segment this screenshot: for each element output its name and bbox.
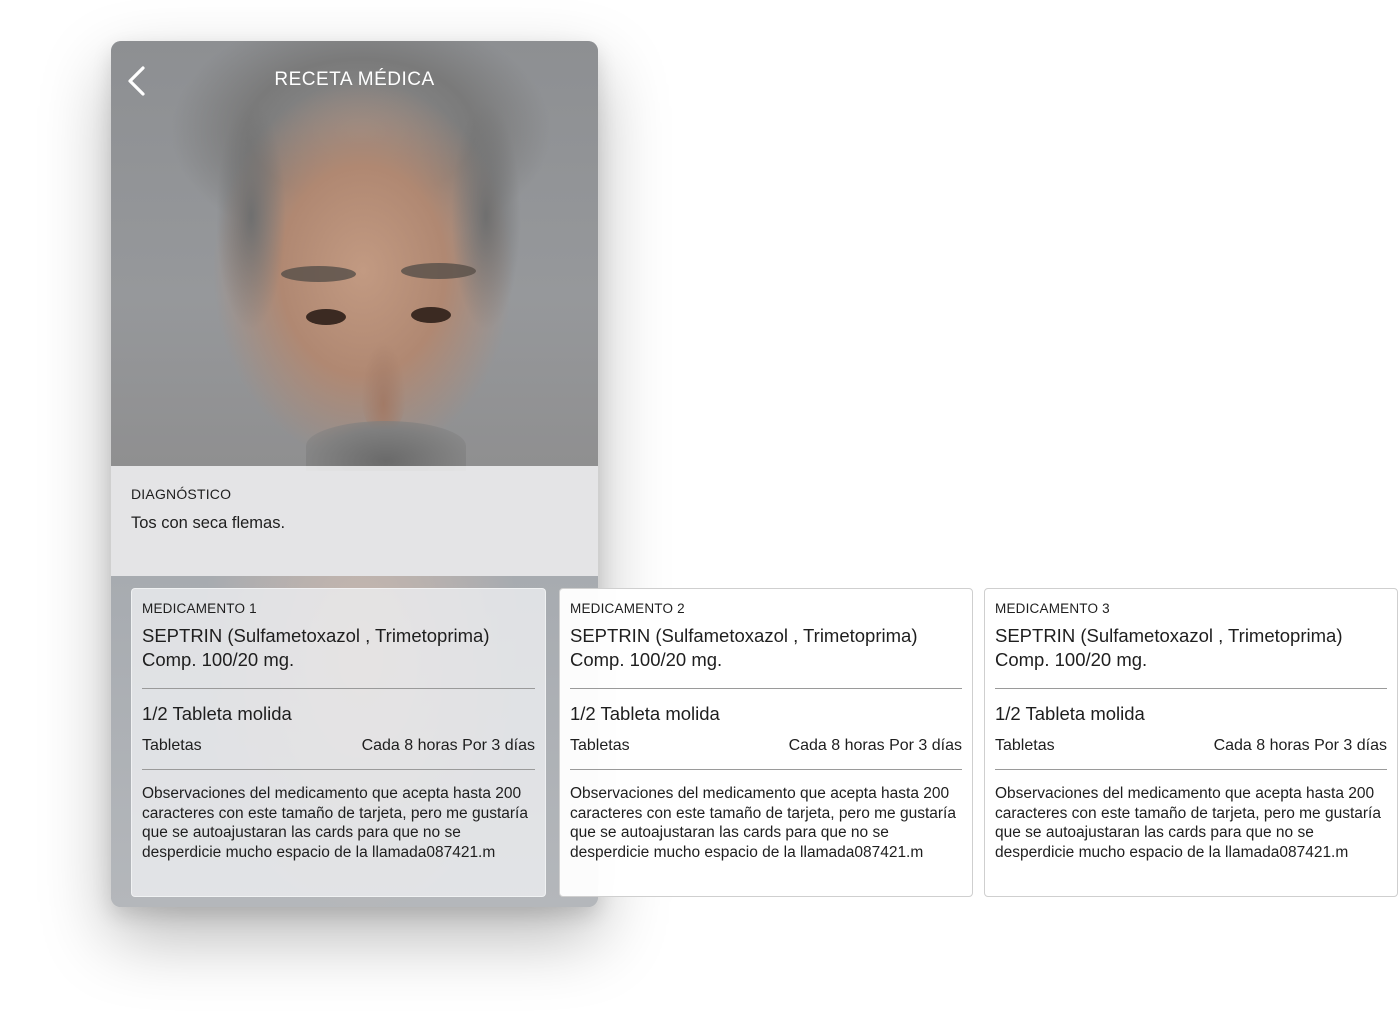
medication-details-row: Tabletas Cada 8 horas Por 3 días [142,737,535,755]
medication-label: MEDICAMENTO 2 [570,601,685,616]
medication-card-2[interactable]: MEDICAMENTO 2 SEPTRIN (Sulfametoxazol , … [559,588,973,897]
medication-frequency: Cada 8 horas Por 3 días [788,737,962,754]
divider [995,769,1387,770]
photo-detail [451,101,521,331]
medication-dose: 1/2 Tableta molida [995,703,1145,724]
medication-card-3[interactable]: MEDICAMENTO 3 SEPTRIN (Sulfametoxazol , … [984,588,1398,897]
diagnosis-text: Tos con seca flemas. [131,514,286,532]
medication-label: MEDICAMENTO 1 [142,601,257,616]
medication-details-row: Tabletas Cada 8 horas Por 3 días [995,737,1387,755]
photo-detail [401,263,476,279]
medication-dose: 1/2 Tableta molida [570,703,720,724]
medication-name: SEPTRIN (Sulfametoxazol , Trimetoprima) … [142,625,490,670]
stage: RECETA MÉDICA DIAGNÓSTICO Tos con seca f… [0,0,1399,1024]
divider [142,769,535,770]
photo-detail [281,266,356,282]
medication-label: MEDICAMENTO 3 [995,601,1110,616]
medication-dose: 1/2 Tableta molida [142,703,292,724]
medication-observations: Observaciones del medicamento que acepta… [995,785,1381,861]
page-title: RECETA MÉDICA [274,69,435,90]
medication-observations: Observaciones del medicamento que acepta… [570,785,956,861]
medication-form: Tabletas [570,737,630,754]
photo-detail [306,421,466,471]
photo-detail [216,101,286,331]
photo-detail [361,341,406,431]
medication-form: Tabletas [995,737,1055,754]
medication-card-1[interactable]: MEDICAMENTO 1 SEPTRIN (Sulfametoxazol , … [131,588,546,897]
divider [995,688,1387,689]
medication-observations: Observaciones del medicamento que acepta… [142,785,528,861]
divider [570,688,962,689]
medication-name: SEPTRIN (Sulfametoxazol , Trimetoprima) … [570,625,918,670]
diagnosis-label: DIAGNÓSTICO [131,486,232,502]
top-bar: RECETA MÉDICA [111,41,598,121]
medication-form: Tabletas [142,737,202,754]
medication-frequency: Cada 8 horas Por 3 días [1213,737,1387,754]
photo-detail [306,309,346,325]
medication-details-row: Tabletas Cada 8 horas Por 3 días [570,737,962,755]
medication-frequency: Cada 8 horas Por 3 días [361,737,535,754]
diagnosis-section: DIAGNÓSTICO Tos con seca flemas. [111,466,598,576]
divider [570,769,962,770]
photo-detail [411,307,451,323]
medication-name: SEPTRIN (Sulfametoxazol , Trimetoprima) … [995,625,1343,670]
divider [142,688,535,689]
